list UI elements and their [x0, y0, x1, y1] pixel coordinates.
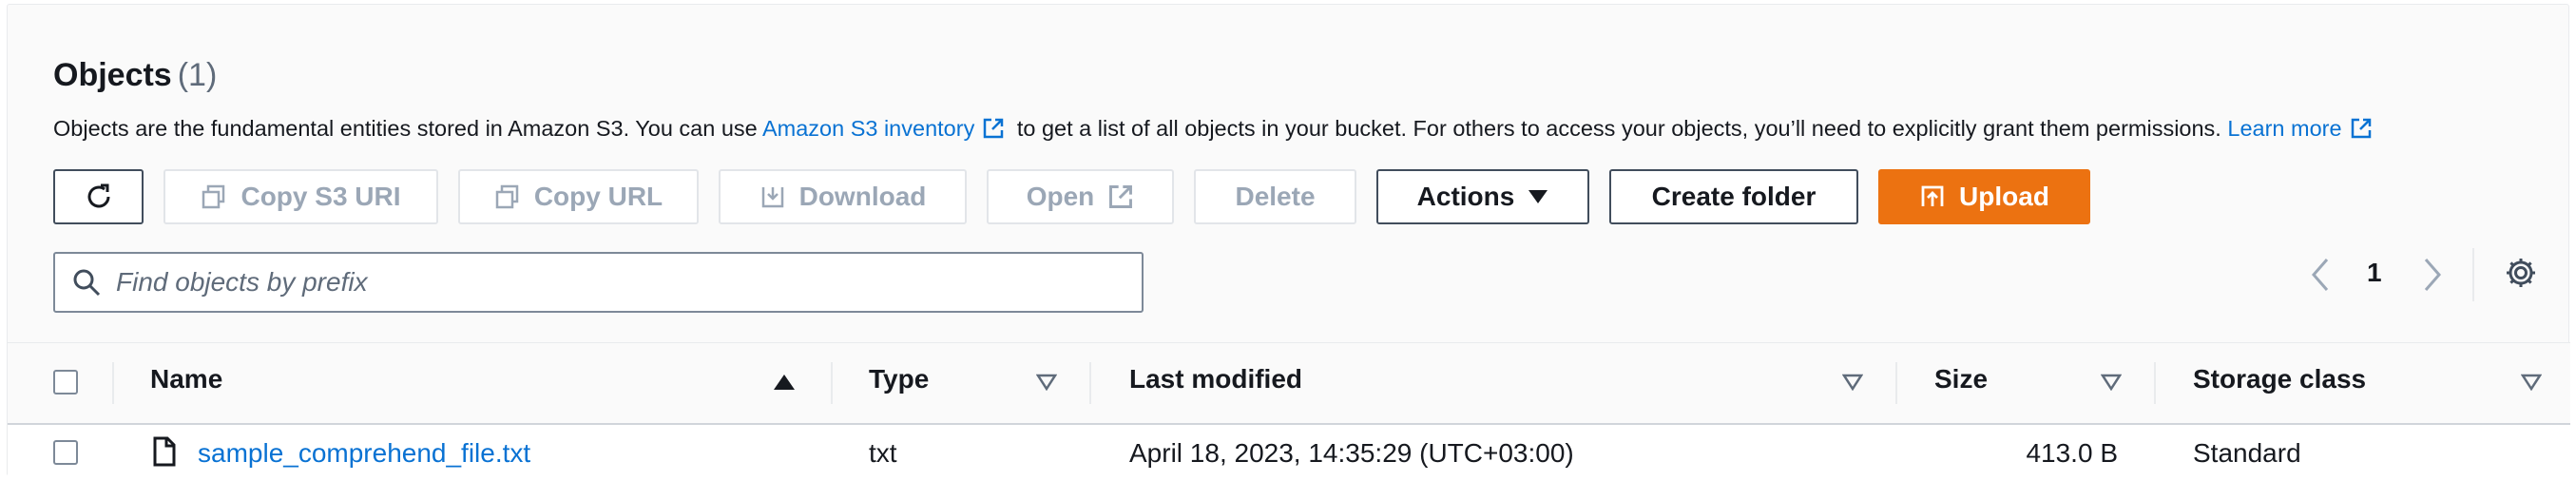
column-separator [112, 362, 114, 404]
sort-ascending-icon[interactable] [773, 374, 796, 391]
objects-heading: Objects (1) [53, 54, 217, 96]
description-text-1: Objects are the fundamental entities sto… [53, 116, 762, 141]
refresh-icon [87, 183, 109, 208]
copy-s3-uri-label: Copy S3 URI [240, 182, 401, 211]
pager-divider [2472, 248, 2474, 301]
create-folder-button[interactable]: Create folder [1609, 169, 1858, 224]
open-label: Open [1026, 182, 1095, 211]
upload-label: Upload [1959, 182, 2049, 211]
copy-url-label: Copy URL [533, 182, 663, 211]
previous-page-icon[interactable] [2308, 257, 2333, 293]
delete-label: Delete [1235, 182, 1316, 211]
download-button[interactable]: Download [719, 169, 967, 224]
column-separator [1089, 362, 1091, 404]
actions-label: Actions [1416, 182, 1515, 211]
object-last-modified: April 18, 2023, 14:35:29 (UTC+03:00) [1129, 438, 1574, 468]
column-header-type[interactable]: Type [869, 364, 929, 394]
object-storage-class: Standard [2193, 438, 2301, 468]
sort-icon[interactable] [2101, 374, 2122, 391]
column-header-size[interactable]: Size [1934, 364, 1988, 394]
select-all-checkbox[interactable] [53, 370, 78, 394]
copy-url-button[interactable]: Copy URL [458, 169, 699, 224]
external-link-icon [984, 118, 1004, 139]
next-page-icon[interactable] [2420, 257, 2445, 293]
column-separator [831, 362, 833, 404]
search-icon [73, 269, 101, 297]
download-icon [761, 187, 783, 208]
delete-button[interactable]: Delete [1194, 169, 1356, 224]
object-name-link[interactable]: sample_comprehend_file.txt [198, 438, 530, 469]
object-count: (1) [177, 57, 218, 93]
s3-inventory-link[interactable]: Amazon S3 inventory [762, 116, 974, 141]
column-header-name[interactable]: Name [150, 364, 222, 394]
column-separator [1895, 362, 1897, 404]
file-icon [153, 436, 176, 467]
refresh-button[interactable] [53, 169, 144, 224]
external-link-icon [2351, 118, 2371, 139]
learn-more-link[interactable]: Learn more [2227, 116, 2341, 141]
description-text-2: to get a list of all objects in your buc… [1010, 116, 2228, 141]
download-label: Download [798, 182, 927, 211]
gear-icon[interactable] [2504, 256, 2538, 290]
sort-icon[interactable] [1842, 374, 1863, 391]
object-type: txt [869, 438, 897, 468]
upload-button[interactable]: Upload [1878, 169, 2090, 224]
objects-description: Objects are the fundamental entities sto… [53, 113, 2378, 144]
search-input[interactable]: Find objects by prefix [53, 252, 1144, 313]
open-button[interactable]: Open [987, 169, 1174, 224]
sort-icon[interactable] [2521, 374, 2542, 391]
copy-icon [202, 184, 225, 209]
actions-dropdown[interactable]: Actions [1376, 169, 1589, 224]
copy-s3-uri-button[interactable]: Copy S3 URI [163, 169, 438, 224]
column-header-last-modified[interactable]: Last modified [1129, 364, 1302, 394]
sort-icon[interactable] [1036, 374, 1057, 391]
object-size: 413.0 B [2026, 438, 2118, 468]
current-page-number[interactable]: 1 [2367, 258, 2382, 288]
external-link-icon [1109, 185, 1133, 208]
objects-panel: Objects (1) Objects are the fundamental e… [7, 4, 2570, 481]
caret-down-icon [1528, 190, 1548, 203]
search-placeholder: Find objects by prefix [116, 267, 368, 297]
column-separator [2154, 362, 2156, 404]
upload-icon [1921, 185, 1944, 206]
create-folder-label: Create folder [1651, 182, 1817, 211]
row-checkbox[interactable] [53, 440, 78, 465]
page-title: Objects [53, 57, 172, 93]
column-header-storage-class[interactable]: Storage class [2193, 364, 2366, 394]
copy-icon [495, 184, 519, 209]
